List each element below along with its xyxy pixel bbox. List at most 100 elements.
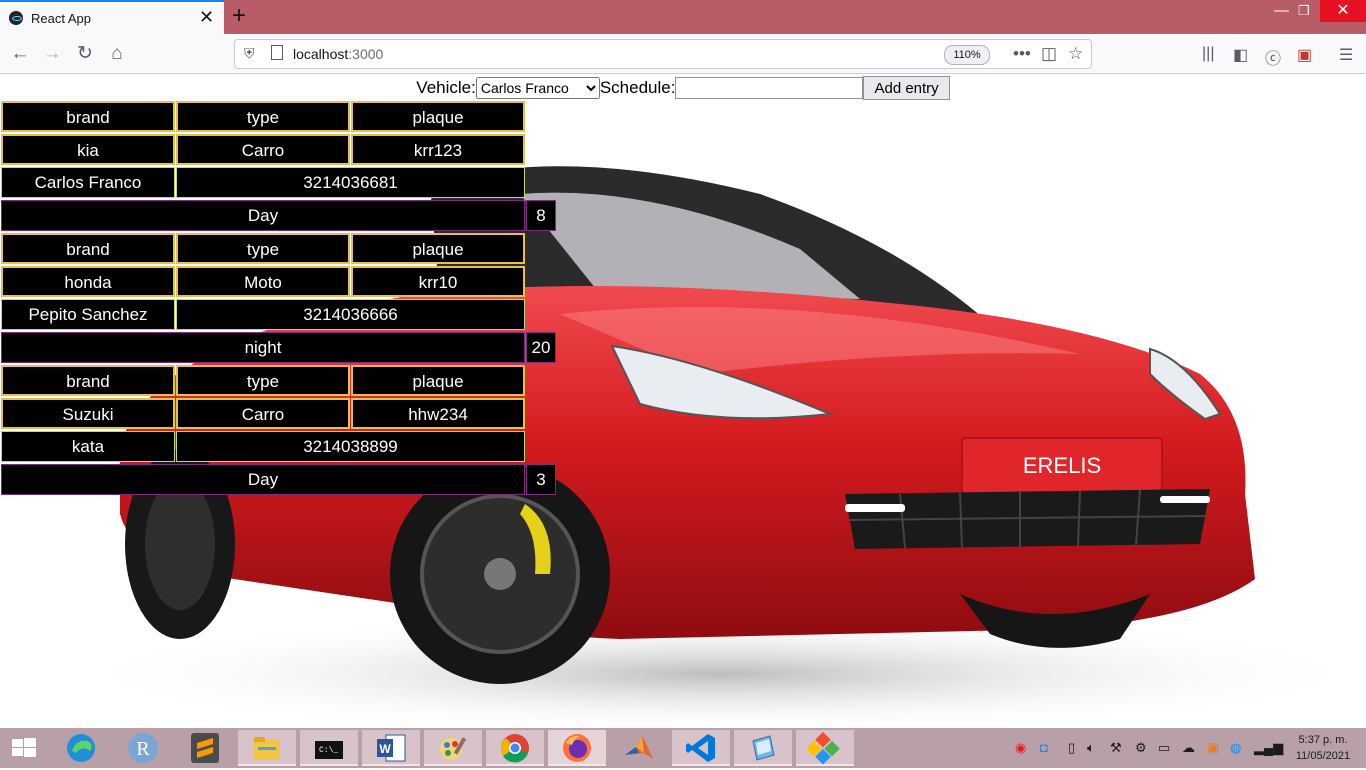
schedule-shift: Day xyxy=(1,464,525,495)
paint-app[interactable] xyxy=(424,730,482,766)
vehicle-select[interactable]: Carlos Franco xyxy=(475,77,600,99)
bookmark-star-icon[interactable]: ☆ xyxy=(1068,44,1083,64)
owner-name: kata xyxy=(1,431,175,462)
virtualbox-app[interactable] xyxy=(734,730,792,766)
header-brand: brand xyxy=(1,365,175,396)
owner-phone: 3214036666 xyxy=(176,299,525,330)
schedule-label: Schedule: xyxy=(599,78,676,97)
page-info-icon[interactable] xyxy=(271,45,283,60)
header-type: type xyxy=(176,365,350,396)
firefox-app[interactable] xyxy=(548,730,606,766)
tray-app-orange-icon[interactable]: ▣ xyxy=(1207,740,1219,756)
window-close-icon[interactable]: ✕ xyxy=(1320,0,1366,22)
chrome-app[interactable] xyxy=(486,730,544,766)
firefox-icon xyxy=(563,734,591,762)
url-text: localhost:3000 xyxy=(293,46,384,62)
add-entry-button[interactable]: Add entry xyxy=(863,76,950,100)
sublime-icon xyxy=(191,733,219,763)
brand-value: honda xyxy=(1,266,175,297)
back-icon[interactable]: ← xyxy=(6,40,34,68)
owner-phone: 3214038899 xyxy=(176,431,525,462)
header-brand: brand xyxy=(1,101,175,132)
vehicle-label: Vehicle: xyxy=(416,78,476,97)
minimize-icon[interactable]: — xyxy=(1274,2,1289,20)
schedule-hours: 20 xyxy=(526,332,556,363)
edge-icon xyxy=(67,734,95,762)
header-plaque: plaque xyxy=(351,101,525,132)
vscode-app[interactable] xyxy=(672,730,730,766)
virtualbox-icon xyxy=(752,735,775,761)
svg-text:W: W xyxy=(379,742,391,756)
file-explorer-app[interactable] xyxy=(238,730,296,766)
header-brand: brand xyxy=(1,233,175,264)
react-favicon-icon xyxy=(9,11,23,25)
plaque-value: krr10 xyxy=(351,266,525,297)
new-tab-icon[interactable]: + xyxy=(232,3,246,29)
type-value: Moto xyxy=(176,266,350,297)
schedule-input[interactable] xyxy=(675,77,864,99)
plaque-value: hhw234 xyxy=(351,398,525,429)
tray-tools-icon[interactable]: ⚒ xyxy=(1110,740,1122,756)
svg-text:R: R xyxy=(136,738,150,760)
menu-icon[interactable]: ☰ xyxy=(1339,45,1353,65)
owner-name: Pepito Sanchez xyxy=(1,299,175,330)
navigation-toolbar: ← → ↻ ⌂ ⛨ localhost:3000 110% ••• ◫ ☆ ||… xyxy=(0,34,1366,74)
extension-c-icon[interactable]: ⓒ xyxy=(1265,45,1281,69)
header-plaque: plaque xyxy=(351,233,525,264)
schedule-hours: 3 xyxy=(526,464,556,495)
page-actions-icon[interactable]: ••• xyxy=(1013,44,1031,64)
owner-name: Carlos Franco xyxy=(1,167,175,198)
library-icon[interactable]: ||| xyxy=(1202,45,1214,63)
matlab-app[interactable] xyxy=(610,730,668,766)
network-icon[interactable]: ▂▄▆ xyxy=(1254,740,1283,756)
r-app[interactable]: R xyxy=(114,730,172,766)
header-type: type xyxy=(176,233,350,264)
header-type: type xyxy=(176,101,350,132)
chrome-icon xyxy=(500,734,529,763)
restore-icon[interactable]: ❐ xyxy=(1298,2,1310,20)
tray-usb-icon[interactable]: ⚙ xyxy=(1135,740,1147,756)
volume-icon[interactable]: 🔈︎ xyxy=(1087,740,1095,756)
pocket-icon[interactable]: ◫ xyxy=(1041,44,1057,64)
system-clock[interactable]: 5:37 p. m. 11/05/2021 xyxy=(1290,732,1356,764)
extension-icon[interactable]: ▣ xyxy=(1297,45,1312,65)
address-bar[interactable]: ⛨ localhost:3000 110% ••• ◫ ☆ xyxy=(234,39,1092,69)
brand-value: Suzuki xyxy=(1,398,175,429)
schedule-shift: Day xyxy=(1,200,525,231)
battery-icon[interactable]: ▯ xyxy=(1068,740,1075,756)
sidebar-icon[interactable]: ◧ xyxy=(1233,45,1248,65)
clock-date: 11/05/2021 xyxy=(1295,750,1351,762)
terminal-app[interactable]: C:\_ xyxy=(300,730,358,766)
vscode-icon xyxy=(686,734,715,762)
taskbar: R C:\_ W ◉ ◘ ▯ 🔈︎ ⚒ ⚙ ▭ ☁ ▣ ◍ ▂▄▆ 5:37 p… xyxy=(0,728,1366,768)
close-tab-icon[interactable]: ✕ xyxy=(199,7,214,27)
forward-icon[interactable]: → xyxy=(38,40,66,68)
paint-icon xyxy=(440,737,467,760)
cloud-icon[interactable]: ☁ xyxy=(1182,740,1195,756)
git-app[interactable] xyxy=(796,730,854,766)
brand-value: kia xyxy=(1,134,175,165)
plaque-value: krr123 xyxy=(351,134,525,165)
sublime-app[interactable] xyxy=(176,730,234,766)
reload-icon[interactable]: ↻ xyxy=(71,40,99,68)
page-viewport: ERELIS Vehicle: Carlos Franco Schedule: Add… xyxy=(0,74,1366,728)
windows-start-icon[interactable] xyxy=(12,738,36,758)
browser-tab[interactable]: React App ✕ xyxy=(0,0,224,34)
terminal-icon: C:\_ xyxy=(315,737,343,759)
zoom-level-badge[interactable]: 110% xyxy=(944,45,990,65)
word-icon: W xyxy=(377,734,406,762)
plate-text: ERELIS xyxy=(1023,453,1101,478)
word-app[interactable]: W xyxy=(362,730,420,766)
tracking-shield-icon[interactable]: ⛨ xyxy=(244,45,255,62)
tray-shield-icon[interactable]: ◘ xyxy=(1040,740,1048,755)
schedule-shift: night xyxy=(1,332,525,363)
tab-title: React App xyxy=(31,11,91,26)
display-icon[interactable]: ▭ xyxy=(1158,740,1170,756)
svg-text:C:\_: C:\_ xyxy=(319,746,338,755)
tray-app-blue-icon[interactable]: ◍ xyxy=(1230,740,1241,756)
edge-app[interactable] xyxy=(52,730,110,766)
home-icon[interactable]: ⌂ xyxy=(103,40,131,68)
tray-app-icon[interactable]: ◉ xyxy=(1015,740,1026,756)
type-value: Carro xyxy=(176,134,350,165)
git-icon xyxy=(806,731,840,765)
